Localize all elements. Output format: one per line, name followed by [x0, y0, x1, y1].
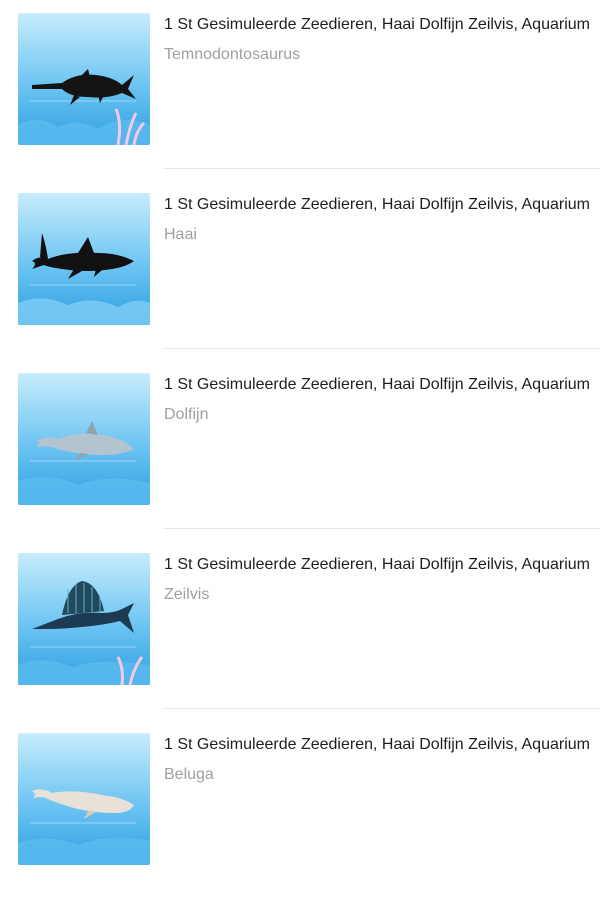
product-thumbnail[interactable] — [18, 373, 150, 505]
product-thumbnail[interactable] — [18, 733, 150, 865]
list-item[interactable]: 1 St Gesimuleerde Zeedieren, Haai Dolfij… — [0, 720, 600, 900]
product-thumbnail[interactable] — [18, 193, 150, 325]
product-title: 1 St Gesimuleerde Zeedieren, Haai Dolfij… — [164, 376, 590, 393]
divider — [164, 348, 600, 349]
product-title: 1 St Gesimuleerde Zeedieren, Haai Dolfij… — [164, 16, 590, 33]
product-thumbnail[interactable] — [18, 553, 150, 685]
divider — [164, 528, 600, 529]
list-item[interactable]: 1 St Gesimuleerde Zeedieren, Haai Dolfij… — [0, 0, 600, 180]
product-variant-list: 1 St Gesimuleerde Zeedieren, Haai Dolfij… — [0, 0, 600, 900]
list-item[interactable]: 1 St Gesimuleerde Zeedieren, Haai Dolfij… — [0, 360, 600, 540]
product-title: 1 St Gesimuleerde Zeedieren, Haai Dolfij… — [164, 736, 590, 753]
variant-label: Haai — [164, 226, 197, 243]
list-item[interactable]: 1 St Gesimuleerde Zeedieren, Haai Dolfij… — [0, 540, 600, 720]
variant-label: Zeilvis — [164, 586, 210, 603]
product-title: 1 St Gesimuleerde Zeedieren, Haai Dolfij… — [164, 556, 590, 573]
variant-label: Dolfijn — [164, 406, 209, 423]
divider — [164, 708, 600, 709]
product-title: 1 St Gesimuleerde Zeedieren, Haai Dolfij… — [164, 196, 590, 213]
list-item[interactable]: 1 St Gesimuleerde Zeedieren, Haai Dolfij… — [0, 180, 600, 360]
variant-label: Temnodontosaurus — [164, 46, 301, 63]
variant-label: Beluga — [164, 766, 214, 783]
product-thumbnail[interactable] — [18, 13, 150, 145]
divider — [164, 168, 600, 169]
